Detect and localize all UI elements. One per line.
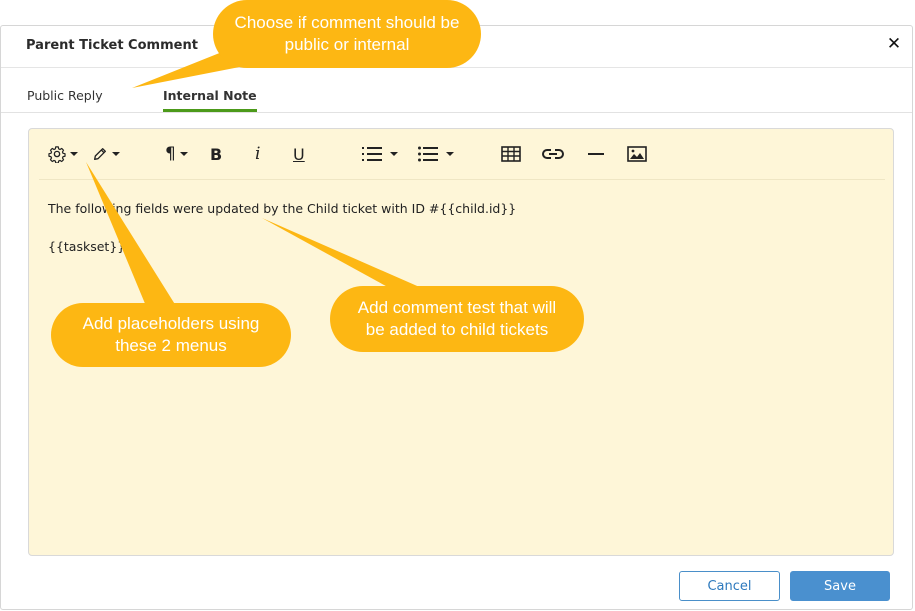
menus-tip-callout: Add placeholders using these 2 menus [51, 303, 291, 367]
pencil-icon [94, 148, 106, 160]
ordered-list-menu[interactable] [362, 139, 398, 169]
paragraph-icon: ¶ [165, 144, 176, 164]
insert-image-button[interactable] [627, 139, 647, 169]
tabs-tip-callout: Choose if comment should be public or in… [213, 0, 481, 68]
dialog-title: Parent Ticket Comment [26, 38, 198, 53]
editor-toolbar: ¶ B i U [39, 139, 885, 180]
close-icon[interactable]: ✕ [886, 36, 902, 53]
table-icon [501, 146, 521, 162]
comment-type-tabs: Public Reply Internal Note [1, 68, 912, 113]
chevron-down-icon [112, 152, 120, 156]
bold-button[interactable]: B [210, 139, 222, 169]
insert-table-button[interactable] [501, 139, 521, 169]
chevron-down-icon [446, 152, 454, 156]
link-icon [542, 149, 564, 159]
insert-link-button[interactable] [542, 139, 564, 169]
save-button[interactable]: Save [790, 571, 890, 601]
italic-button[interactable]: i [255, 139, 260, 169]
tab-public-reply[interactable]: Public Reply [27, 88, 103, 109]
gear-placeholder-menu[interactable] [48, 139, 78, 169]
bulleted-list-icon [418, 146, 438, 162]
bold-icon: B [210, 144, 223, 164]
chevron-down-icon [390, 152, 398, 156]
comment-tip-callout: Add comment test that will be added to c… [330, 286, 584, 352]
bulleted-list-menu[interactable] [418, 139, 454, 169]
chevron-down-icon [70, 152, 78, 156]
underline-icon: U [293, 144, 305, 164]
pencil-placeholder-menu[interactable] [92, 139, 120, 169]
image-icon [627, 146, 647, 162]
editor-content[interactable]: The following fields were updated by the… [48, 201, 516, 277]
paragraph-format-menu[interactable]: ¶ [165, 139, 188, 169]
gear-icon [48, 146, 66, 163]
horizontal-rule-icon [588, 153, 604, 155]
editor-line: {{taskset}} [48, 239, 126, 254]
cancel-button[interactable]: Cancel [679, 571, 780, 601]
editor-line: The following fields were updated by the… [48, 201, 517, 216]
horizontal-rule-button[interactable] [588, 139, 604, 169]
ordered-list-icon [362, 147, 382, 161]
tab-internal-note[interactable]: Internal Note [163, 88, 257, 112]
chevron-down-icon [179, 152, 188, 156]
underline-button[interactable]: U [293, 139, 305, 169]
italic-icon: i [255, 144, 261, 164]
